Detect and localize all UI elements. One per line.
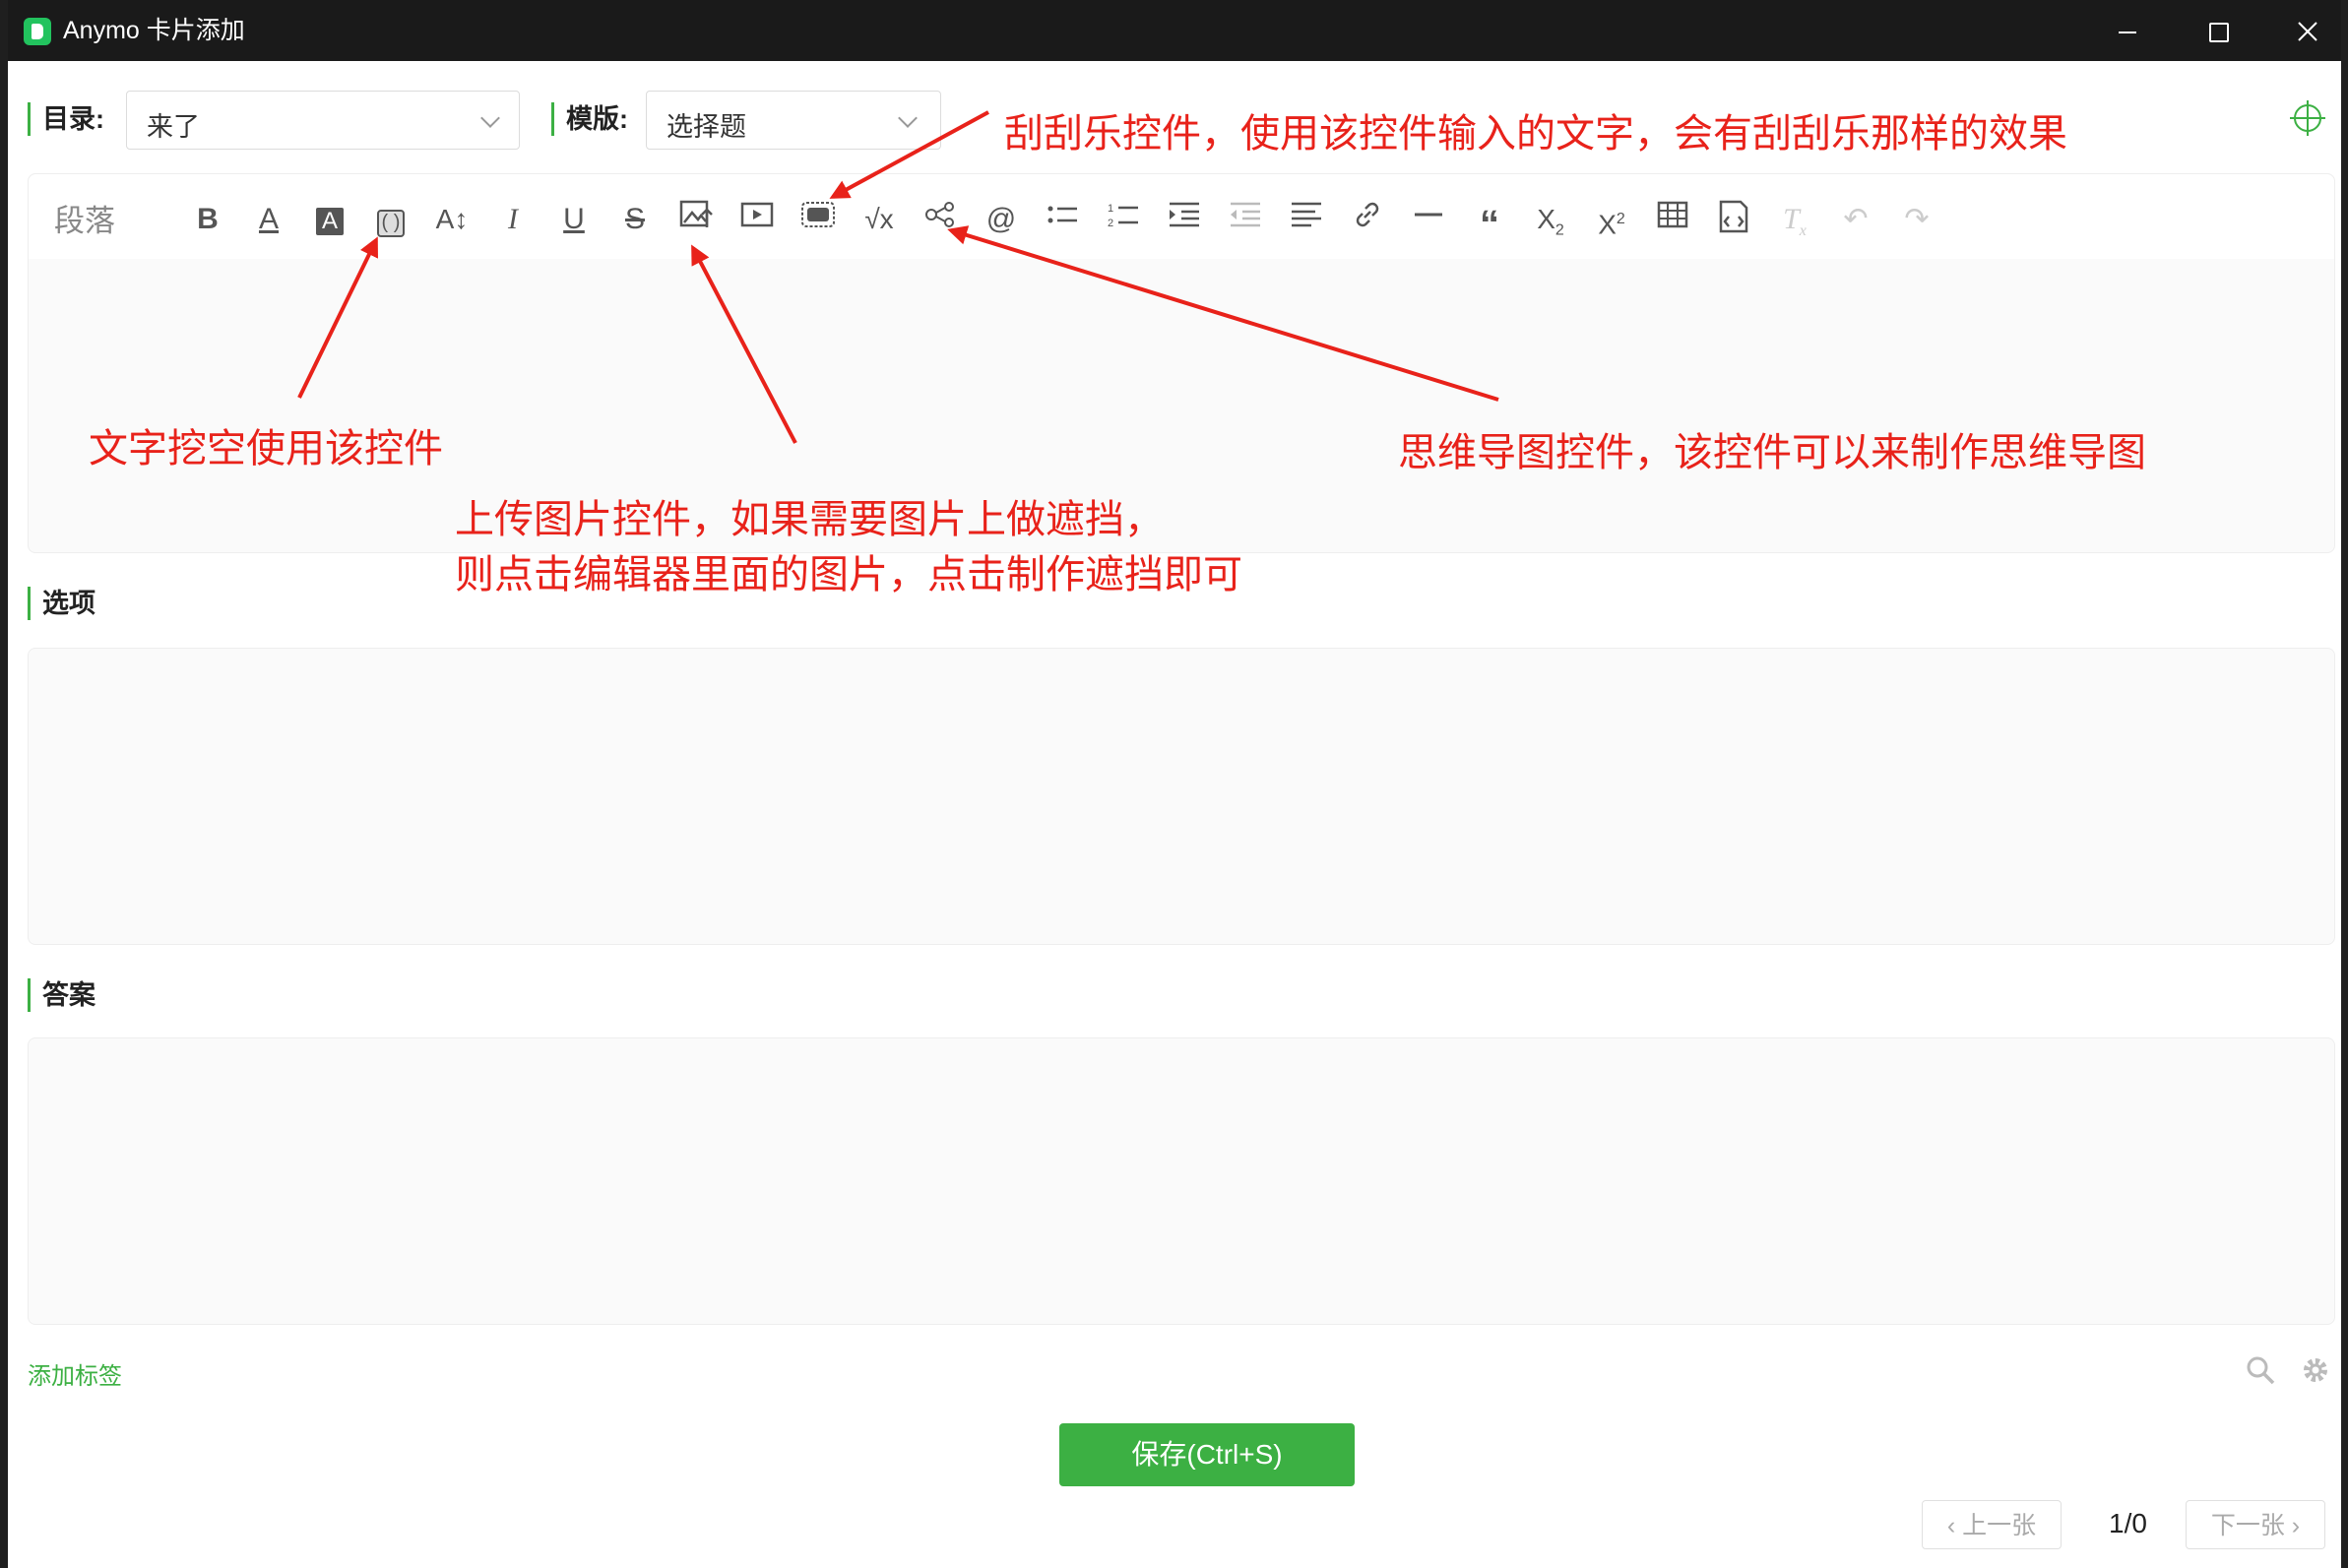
card-add-window: Anymo 卡片添加 目录: 来了 模版: 选择题 段落 B A A () A… (8, 0, 2341, 1568)
mindmap-arrow (947, 225, 1499, 402)
annotation-arrows (297, 110, 1499, 444)
cloze-arrow (297, 236, 378, 399)
scratch-card-arrow (829, 110, 989, 199)
image-upload-arrow (691, 244, 797, 444)
